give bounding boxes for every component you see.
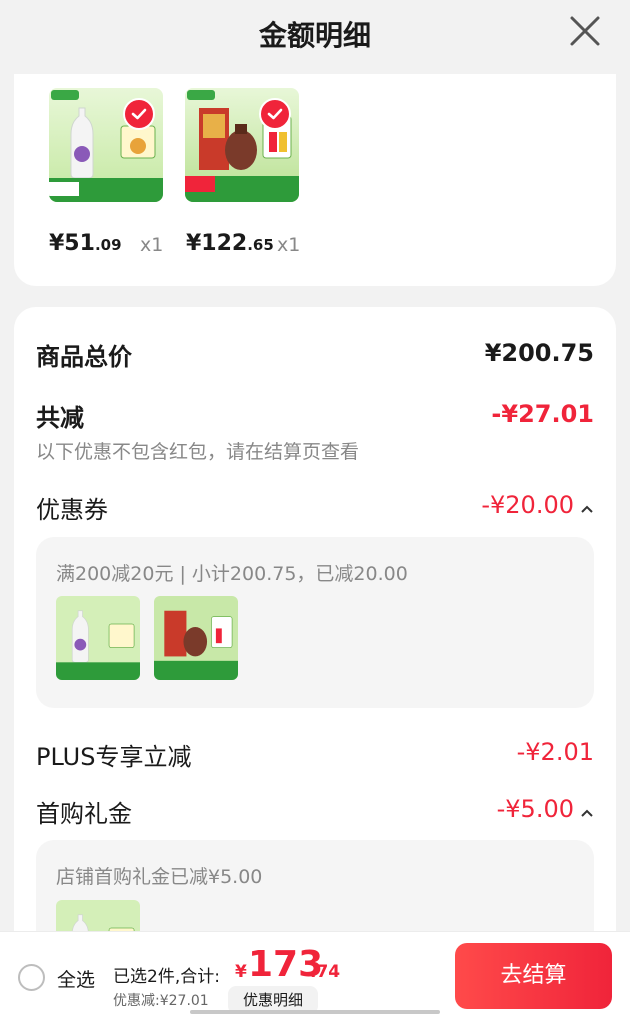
product-card: ¥51.09 x1 ¥122.65 x1: [14, 74, 616, 286]
checkout-footer: 全选 已选2件,合计: ¥ 173 .74 优惠减:¥27.01 优惠明细 去结…: [0, 931, 630, 1016]
select-all-radio[interactable]: [18, 964, 45, 991]
product-quantity: x1: [140, 234, 164, 256]
close-icon[interactable]: [568, 14, 602, 48]
goods-total-label: 商品总价: [36, 343, 132, 371]
total-reduce-value: -¥27.01: [491, 400, 594, 428]
coupon-desc: 满200减20元 | 小计200.75，已减20.00: [56, 563, 408, 585]
discount-summary: 优惠减:¥27.01: [113, 993, 209, 1009]
coupon-product-thumbnail: [154, 596, 238, 680]
coupon-product-thumbnail: [56, 596, 140, 680]
coupon-value: -¥20.00: [481, 491, 574, 519]
first-gift-label: 首购礼金: [36, 800, 132, 828]
product-thumbnail[interactable]: [185, 88, 299, 202]
select-all-label[interactable]: 全选: [57, 965, 95, 992]
price-main: ¥51: [49, 231, 95, 256]
plus-value: -¥2.01: [516, 738, 594, 766]
coupon-value-row[interactable]: -¥20.00: [481, 491, 594, 520]
home-indicator: [190, 1010, 440, 1014]
check-icon: [123, 98, 155, 130]
coupon-label: 优惠券: [36, 496, 108, 524]
first-gift-value-row[interactable]: -¥5.00: [497, 795, 594, 824]
checkout-button[interactable]: 去结算: [455, 943, 612, 1009]
coupon-detail-box: 满200减20元 | 小计200.75，已减20.00: [36, 537, 594, 708]
chevron-up-icon: [580, 796, 594, 824]
goods-total-value: ¥200.75: [484, 339, 594, 367]
page-title: 金额明细: [258, 19, 371, 52]
product-price: ¥51.09: [49, 231, 122, 256]
product-quantity: x1: [277, 234, 301, 256]
first-gift-value: -¥5.00: [496, 795, 574, 823]
chevron-up-icon: [580, 492, 594, 520]
check-icon: [259, 98, 291, 130]
total-decimal: .74: [310, 962, 341, 982]
header: 金额明细: [0, 0, 630, 74]
price-main: ¥122: [186, 231, 248, 256]
total-reduce-label: 共减: [36, 404, 84, 432]
total-currency: ¥: [235, 962, 247, 982]
product-thumbnail[interactable]: [49, 88, 163, 202]
plus-label: PLUS专享立减: [36, 743, 192, 771]
discount-note: 以下优惠不包含红包，请在结算页查看: [36, 441, 360, 463]
price-decimal: .09: [94, 236, 122, 254]
selected-summary: 已选2件,合计:: [113, 967, 220, 987]
price-decimal: .65: [247, 236, 274, 254]
first-gift-desc: 店铺首购礼金已减¥5.00: [56, 866, 263, 888]
product-price: ¥122.65: [186, 231, 274, 256]
